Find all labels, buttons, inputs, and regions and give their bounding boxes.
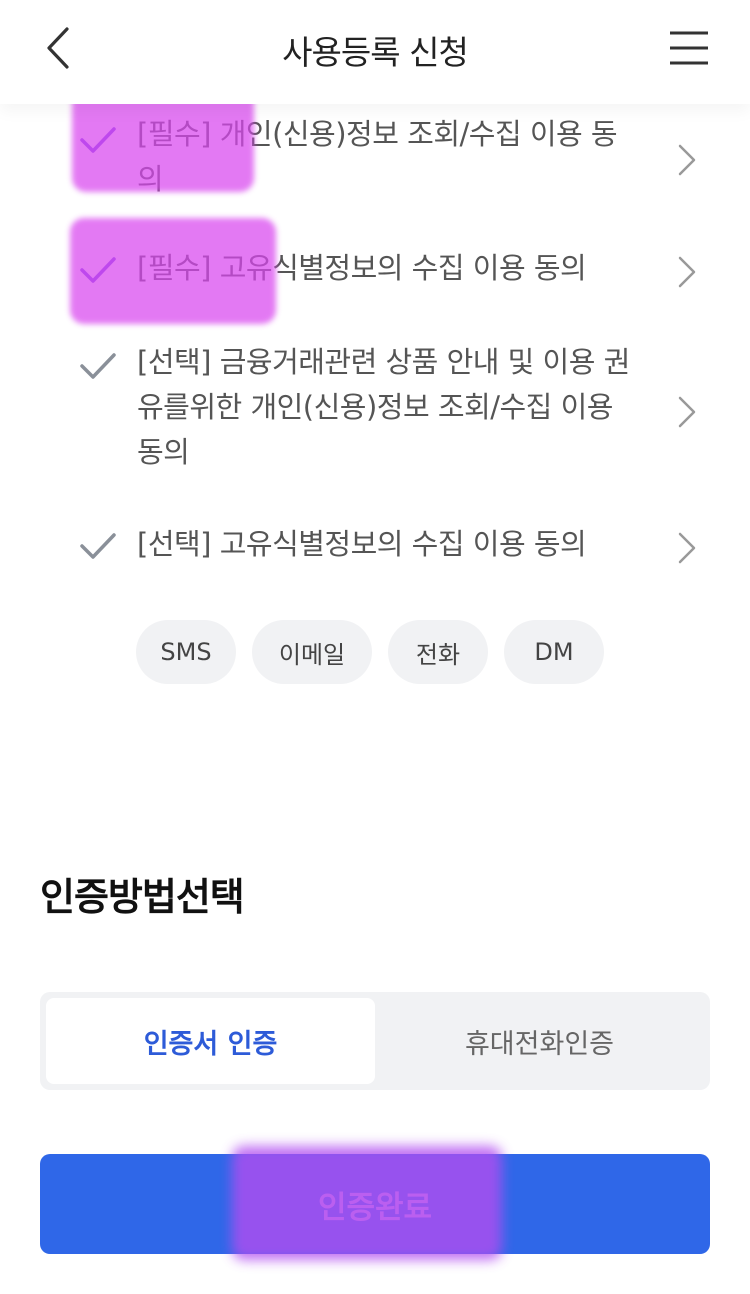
check-icon bbox=[80, 353, 116, 379]
check-icon bbox=[80, 533, 116, 559]
chip-sms[interactable]: SMS bbox=[136, 620, 236, 684]
chip-email[interactable]: 이메일 bbox=[252, 620, 372, 684]
check-icon bbox=[80, 127, 116, 153]
hamburger-menu-icon bbox=[670, 31, 708, 65]
consent-item-optional-marketing[interactable]: [선택] 금융거래관련 상품 안내 및 이용 권유를위한 개인(신용)정보 조회… bbox=[0, 340, 750, 480]
chevron-right-icon bbox=[678, 532, 696, 564]
consent-item-required-unique-id[interactable]: [필수] 고유식별정보의 수집 이용 동의 bbox=[0, 246, 750, 296]
consent-item-optional-unique-id[interactable]: [선택] 고유식별정보의 수집 이용 동의 bbox=[0, 522, 750, 572]
consent-label: [선택] 고유식별정보의 수집 이용 동의 bbox=[137, 527, 587, 561]
auth-method-segment: 인증서 인증 휴대전화인증 bbox=[40, 992, 710, 1090]
chevron-right-icon bbox=[678, 256, 696, 288]
chevron-right-icon bbox=[678, 396, 696, 428]
check-icon bbox=[80, 257, 116, 283]
chip-phone[interactable]: 전화 bbox=[388, 620, 488, 684]
auth-section-title: 인증방법선택 bbox=[40, 875, 245, 919]
consent-label: [선택] 금융거래관련 상품 안내 및 이용 권유를위한 개인(신용)정보 조회… bbox=[137, 345, 630, 469]
app-header: 사용등록 신청 bbox=[0, 0, 750, 104]
consent-item-required-personal-info[interactable]: [필수] 개인(신용)정보 조회/수집 이용 동의 bbox=[0, 112, 750, 212]
page-title: 사용등록 신청 bbox=[282, 33, 469, 72]
menu-button[interactable] bbox=[664, 26, 714, 70]
chip-dm[interactable]: DM bbox=[504, 620, 604, 684]
submit-button[interactable]: 인증완료 bbox=[40, 1154, 710, 1254]
auth-option-certificate[interactable]: 인증서 인증 bbox=[46, 998, 375, 1084]
contact-channel-chips: SMS 이메일 전화 DM bbox=[136, 620, 604, 684]
auth-option-mobile[interactable]: 휴대전화인증 bbox=[375, 998, 704, 1084]
consent-label: [필수] 개인(신용)정보 조회/수집 이용 동의 bbox=[137, 117, 618, 196]
consent-label: [필수] 고유식별정보의 수집 이용 동의 bbox=[137, 251, 587, 285]
chevron-right-icon bbox=[678, 144, 696, 176]
